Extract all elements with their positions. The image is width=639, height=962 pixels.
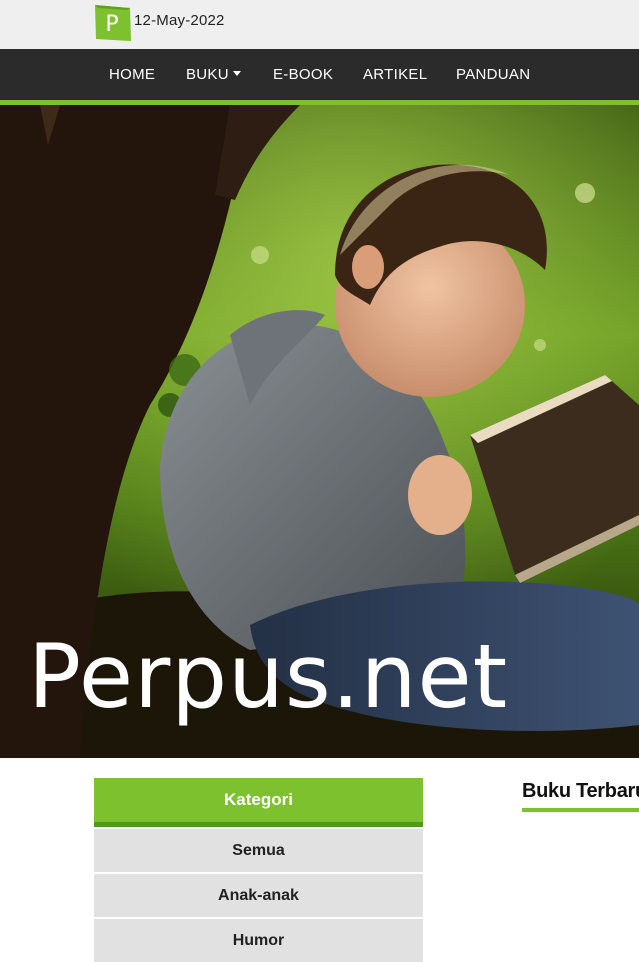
caret-down-icon <box>232 71 241 76</box>
category-item-humor[interactable]: Humor <box>94 919 423 962</box>
main-nav: HOME BUKU E-BOOK ARTIKEL PANDUAN <box>0 49 639 105</box>
nav-artikel[interactable]: ARTIKEL <box>363 66 427 83</box>
svg-text:P: P <box>105 12 118 37</box>
current-date: 12-May-2022 <box>134 12 225 29</box>
logo-icon[interactable]: P <box>94 4 132 42</box>
nav-home[interactable]: HOME <box>109 66 155 83</box>
category-panel: Kategori Semua Anak-anak Humor <box>94 778 423 962</box>
hero-banner: Perpus.net <box>0 105 639 758</box>
category-header: Kategori <box>94 778 423 827</box>
hero-title: Perpus.net <box>28 625 509 728</box>
latest-books-section: Buku Terbaru <box>522 770 639 830</box>
category-item-anak-anak[interactable]: Anak-anak <box>94 874 423 917</box>
top-bar: P 12-May-2022 <box>0 0 639 49</box>
category-item-semua[interactable]: Semua <box>94 829 423 872</box>
nav-buku-label: BUKU <box>186 66 229 83</box>
section-title: Buku Terbaru <box>522 780 639 802</box>
nav-panduan[interactable]: PANDUAN <box>456 66 530 83</box>
section-underline <box>522 808 639 812</box>
nav-ebook[interactable]: E-BOOK <box>273 66 333 83</box>
nav-buku[interactable]: BUKU <box>186 66 241 83</box>
